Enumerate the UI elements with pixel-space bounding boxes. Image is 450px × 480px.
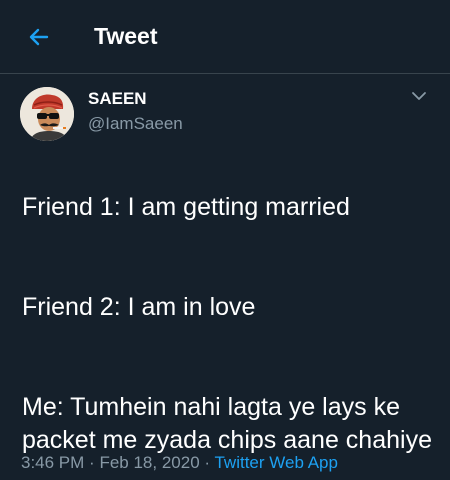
meta-separator: · [89, 453, 95, 472]
page-title: Tweet [94, 23, 158, 49]
chevron-down-icon [412, 92, 426, 100]
tweet-paragraph: Me: Tumhein nahi lagta ye lays ke packet… [22, 393, 432, 454]
tweet-metadata: 3:46 PM · Feb 18, 2020 · Twitter Web App [21, 452, 338, 474]
tweet-paragraph: Friend 2: I am in love [22, 293, 256, 321]
back-button[interactable] [22, 20, 56, 54]
tweet-detail-screen: Tweet SAEEN @IamSaeen Friend 1: I am get… [0, 0, 450, 480]
top-bar: Tweet [0, 0, 450, 74]
author-display-name[interactable]: SAEEN [88, 89, 147, 109]
avatar-image [20, 87, 74, 141]
avatar[interactable] [20, 87, 74, 141]
tweet-text: Friend 1: I am getting married Friend 2:… [22, 158, 432, 480]
meta-separator: · [204, 453, 211, 472]
tweet-source-link[interactable]: Twitter Web App [214, 453, 337, 472]
arrow-left-icon [29, 28, 49, 46]
tweet-date[interactable]: Feb 18, 2020 [99, 453, 199, 472]
tweet: SAEEN @IamSaeen Friend 1: I am getting m… [0, 74, 450, 480]
tweet-paragraph: Friend 1: I am getting married [22, 193, 350, 221]
author-handle[interactable]: @IamSaeen [88, 114, 183, 134]
tweet-menu-button[interactable] [408, 88, 430, 104]
tweet-time[interactable]: 3:46 PM [21, 453, 84, 472]
